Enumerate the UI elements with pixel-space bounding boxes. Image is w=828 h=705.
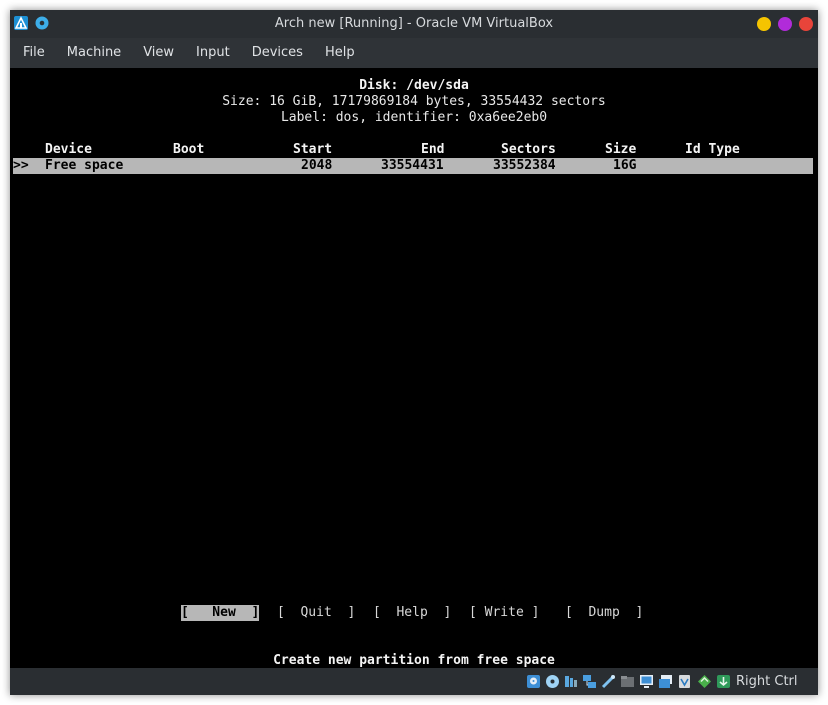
cpu-icon[interactable]: [677, 674, 692, 689]
quit-button[interactable]: [ Quit ]: [277, 605, 355, 621]
menu-input[interactable]: Input: [188, 38, 238, 68]
column-end: End: [421, 142, 445, 157]
network-icon[interactable]: [582, 674, 597, 689]
column-sectors: Sectors: [501, 142, 556, 157]
usb-icon[interactable]: [601, 674, 616, 689]
row-marker: >>: [13, 158, 29, 173]
window-title: Arch new [Running] - Oracle VM VirtualBo…: [274, 16, 554, 31]
disk-size: Size: 16 GiB, 17179869184 bytes, 3355443…: [222, 94, 606, 109]
row-sectors: 33552384: [493, 158, 556, 173]
audio-icon[interactable]: [564, 674, 579, 689]
close-button[interactable]: [799, 17, 813, 31]
title-bar[interactable]: Arch new [Running] - Oracle VM VirtualBo…: [10, 10, 818, 38]
hint-text: Create new partition from free space: [273, 653, 555, 668]
menu-machine[interactable]: Machine: [59, 38, 129, 68]
mouse-integration-icon[interactable]: [697, 674, 712, 689]
new-button[interactable]: [ New ]: [181, 605, 260, 621]
menu-help[interactable]: Help: [317, 38, 363, 68]
menu-file[interactable]: File: [15, 38, 53, 68]
row-end: 33554431: [381, 158, 444, 173]
host-key-label: Right Ctrl: [736, 674, 798, 689]
disk-label: Label: dos, identifier: 0xa6ee2eb0: [280, 110, 548, 125]
partition-row-free-space[interactable]: >> Free space 2048 33554431 33552384 16G: [13, 158, 813, 174]
action-bar: [ New ] [ Quit ] [ Help ] [ Write ] [ Du…: [10, 605, 818, 621]
help-button[interactable]: [ Help ]: [373, 605, 451, 621]
optical-drive-icon[interactable]: [545, 674, 560, 689]
row-size: 16G: [613, 158, 637, 173]
shared-folders-icon[interactable]: [620, 674, 635, 689]
vm-screen[interactable]: Disk: /dev/sda Size: 16 GiB, 17179869184…: [10, 68, 818, 668]
menu-devices[interactable]: Devices: [244, 38, 311, 68]
dump-button[interactable]: [ Dump ]: [565, 605, 643, 621]
display-icon[interactable]: [639, 674, 654, 689]
keyboard-icon[interactable]: [716, 674, 731, 689]
menu-bar: File Machine View Input Devices Help: [10, 38, 818, 68]
menu-view[interactable]: View: [135, 38, 182, 68]
write-button[interactable]: [ Write ]: [469, 605, 539, 621]
row-start: 2048: [301, 158, 333, 173]
virtualbox-window: Arch new [Running] - Oracle VM VirtualBo…: [10, 10, 818, 695]
hard-disk-icon[interactable]: [526, 674, 541, 689]
column-id-type: Id Type: [685, 142, 740, 157]
column-size: Size: [605, 142, 637, 157]
row-device: Free space: [45, 158, 124, 173]
status-bar: Right Ctrl: [10, 668, 818, 695]
recording-icon[interactable]: [658, 674, 673, 689]
minimize-button[interactable]: [757, 17, 771, 31]
disk-name: Disk: /dev/sda: [359, 78, 469, 93]
maximize-button[interactable]: [778, 17, 792, 31]
column-boot: Boot: [173, 142, 205, 157]
column-start: Start: [293, 142, 333, 157]
column-device: Device: [45, 142, 92, 157]
